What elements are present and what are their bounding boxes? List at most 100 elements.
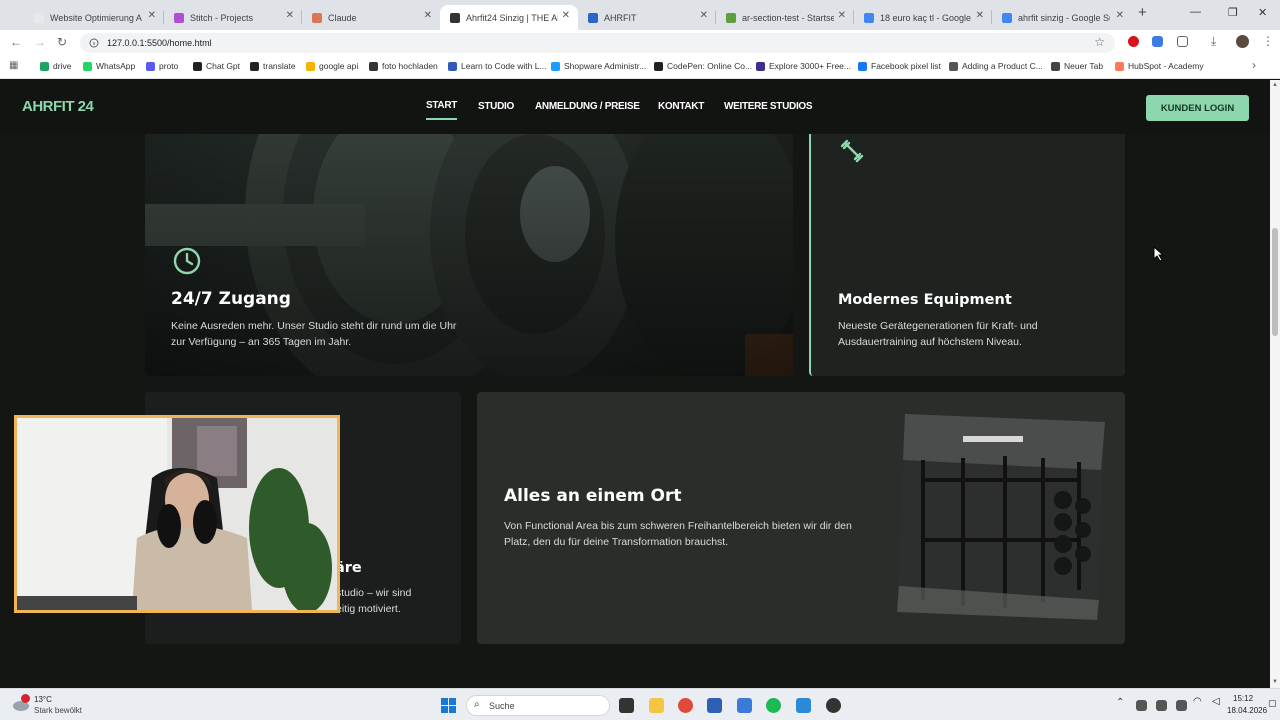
customer-login-button[interactable]: KUNDEN LOGIN — [1146, 95, 1249, 121]
windows-start-icon[interactable] — [441, 698, 456, 713]
volume-icon[interactable]: ◁ — [1212, 696, 1220, 707]
card-title: Modernes Equipment — [838, 292, 1012, 308]
bookmark-item[interactable]: WhatsApp — [83, 61, 135, 71]
close-tab-icon[interactable]: ✕ — [286, 10, 294, 21]
extension-icon[interactable] — [1152, 36, 1163, 47]
bookmark-star-icon[interactable]: ☆ — [1094, 35, 1105, 49]
taskbar-search-input[interactable]: ⌕ Suche — [466, 695, 610, 716]
tray-app-icon[interactable] — [1156, 700, 1167, 711]
address-bar-row: ← → ↻ 127.0.0.1:5500/home.html ☆ ⤓ ⋮ — [0, 30, 1280, 55]
spotify-icon[interactable] — [766, 698, 781, 713]
browser-tab[interactable]: Stitch - Projects ✕ — [164, 5, 302, 30]
bookmark-item[interactable]: drive — [40, 61, 71, 71]
nav-link-contact[interactable]: KONTAKT — [658, 101, 704, 112]
apps-grid-icon[interactable]: ▦ — [9, 60, 18, 71]
more-bookmarks-icon[interactable]: › — [1252, 58, 1256, 72]
bookmark-item[interactable]: Learn to Code with L... — [448, 61, 547, 71]
nav-link-pricing[interactable]: ANMELDUNG / PREISE — [535, 101, 640, 112]
menu-dots-icon[interactable]: ⋮ — [1262, 34, 1274, 48]
forward-icon[interactable]: → — [34, 35, 46, 49]
browser-tab[interactable]: ar-section-test - Startse ✕ — [716, 5, 854, 30]
remote-desktop-icon[interactable] — [737, 698, 752, 713]
scroll-down-icon[interactable]: ▼ — [1272, 679, 1278, 685]
nav-link-more-studios[interactable]: WEITERE STUDIOS — [724, 101, 813, 112]
app-icon[interactable] — [826, 698, 841, 713]
bookmark-favicon-icon — [551, 61, 560, 71]
browser-tab-bar: Website Optimierung Ah ✕ Stitch - Project… — [0, 0, 1280, 30]
tab-title: Ahrfit24 Sinzig | THE Ahr — [466, 12, 558, 23]
browser-tab[interactable]: Website Optimierung Ah ✕ — [24, 5, 164, 30]
browser-tab-active[interactable]: Ahrfit24 Sinzig | THE Ahr ✕ — [440, 5, 578, 30]
bookmarks-bar: ▦ drive WhatsApp proto Chat Gpt translat… — [0, 55, 1280, 79]
bookmark-item[interactable]: Facebook pixel list — [858, 61, 941, 71]
close-tab-icon[interactable]: ✕ — [424, 10, 432, 21]
browser-tab[interactable]: AHRFIT ✕ — [578, 5, 716, 30]
bookmark-item[interactable]: Chat Gpt — [193, 61, 240, 71]
bookmark-item[interactable]: translate — [250, 61, 296, 71]
clock-date[interactable]: 18.04.2026 — [1227, 706, 1267, 715]
windows-taskbar: 13°C Stark bewölkt ⌕ Suche ⌃ ◠ ◁ 15:12 1… — [0, 688, 1280, 720]
site-info-icon[interactable] — [89, 38, 99, 48]
nav-link-studio[interactable]: STUDIO — [478, 101, 514, 112]
bookmark-item[interactable]: google api — [306, 61, 358, 71]
scroll-up-icon[interactable]: ▲ — [1272, 82, 1278, 88]
close-tab-icon[interactable]: ✕ — [838, 10, 846, 21]
site-logo[interactable]: AHRFIT 24 — [22, 98, 94, 115]
close-tab-icon[interactable]: ✕ — [976, 10, 984, 21]
tab-title: 18 euro kaç tl - Google S — [880, 12, 972, 23]
bookmark-favicon-icon — [306, 61, 315, 71]
wifi-icon[interactable]: ◠ — [1193, 696, 1202, 707]
close-tab-icon[interactable]: ✕ — [1116, 10, 1124, 21]
notifications-icon[interactable]: ▢ — [1268, 698, 1277, 709]
clock-time[interactable]: 15:12 — [1233, 694, 1253, 703]
close-tab-icon[interactable]: ✕ — [148, 10, 156, 21]
bookmark-item[interactable]: foto hochladen — [369, 61, 438, 71]
card-description: Keine Ausreden mehr. Unser Studio steht … — [171, 320, 457, 348]
url-field[interactable]: 127.0.0.1:5500/home.html ☆ — [80, 33, 1115, 53]
extensions-puzzle-icon[interactable] — [1177, 36, 1188, 47]
bookmark-item[interactable]: HubSpot - Academy — [1115, 61, 1204, 71]
bookmark-favicon-icon — [949, 61, 958, 71]
maximize-icon[interactable]: ❐ — [1228, 6, 1238, 19]
close-tab-icon[interactable]: ✕ — [700, 10, 708, 21]
bookmark-favicon-icon — [448, 61, 457, 71]
tray-app-icon[interactable] — [1176, 700, 1187, 711]
browser-tab[interactable]: Claude ✕ — [302, 5, 440, 30]
bookmark-favicon-icon — [369, 61, 378, 71]
reload-icon[interactable]: ↻ — [57, 35, 67, 49]
close-tab-icon[interactable]: ✕ — [562, 10, 570, 21]
task-view-icon[interactable] — [619, 698, 634, 713]
bookmark-favicon-icon — [83, 61, 92, 71]
back-icon[interactable]: ← — [10, 35, 22, 49]
bookmark-favicon-icon — [146, 61, 155, 71]
card-title: Alles an einem Ort — [504, 486, 682, 506]
store-icon[interactable] — [707, 698, 722, 713]
browser-tab[interactable]: ahrfit sinzig - Google Suc ✕ — [992, 5, 1132, 30]
minimize-icon[interactable]: — — [1190, 6, 1201, 18]
bookmark-item[interactable]: CodePen: Online Co... — [654, 61, 752, 71]
bookmark-item[interactable]: Neuer Tab — [1051, 61, 1103, 71]
tray-app-icon[interactable] — [1136, 700, 1147, 711]
bookmark-item[interactable]: Explore 3000+ Free... — [756, 61, 851, 71]
bookmark-item[interactable]: Adding a Product C... — [949, 61, 1043, 71]
profile-avatar-icon[interactable] — [1236, 35, 1249, 48]
download-icon[interactable]: ⤓ — [1211, 34, 1216, 49]
bookmark-item[interactable]: Shopware Administr... — [551, 61, 646, 71]
vscode-icon[interactable] — [796, 698, 811, 713]
new-tab-button[interactable]: + — [1138, 4, 1147, 21]
close-window-icon[interactable]: ✕ — [1258, 6, 1267, 19]
bookmark-favicon-icon — [1115, 61, 1124, 71]
tray-chevron-icon[interactable]: ⌃ — [1116, 697, 1124, 708]
opera-extension-icon[interactable] — [1128, 36, 1139, 47]
tab-title: AHRFIT — [604, 12, 637, 23]
page-scrollbar-thumb[interactable] — [1272, 228, 1278, 336]
nav-link-start[interactable]: START — [426, 100, 457, 120]
tab-favicon-icon — [726, 12, 736, 23]
file-explorer-icon[interactable] — [649, 698, 664, 713]
page-scrollbar-track[interactable] — [1270, 80, 1280, 688]
notification-badge — [21, 694, 30, 703]
tab-title: ar-section-test - Startse — [742, 12, 834, 23]
browser-tab[interactable]: 18 euro kaç tl - Google S ✕ — [854, 5, 992, 30]
bookmark-item[interactable]: proto — [146, 61, 178, 71]
chrome-icon[interactable] — [678, 698, 693, 713]
